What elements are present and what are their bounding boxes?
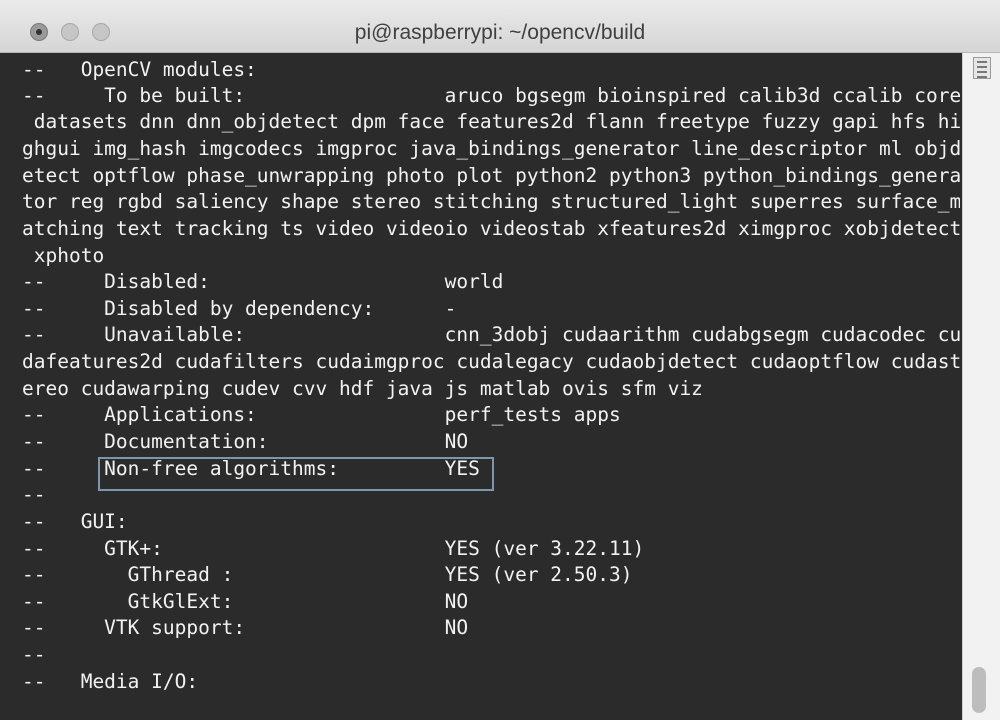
terminal-line: -- VTK support: NO [22, 616, 469, 639]
terminal-line: ghgui img_hash imgcodecs imgproc java_bi… [22, 137, 960, 160]
terminal-line: -- Applications: perf_tests apps [22, 403, 621, 426]
non-free-algorithms-highlight [98, 457, 494, 491]
terminal-line: -- To be built: aruco bgsegm bioinspired… [22, 84, 960, 107]
terminal-line: -- OpenCV modules: [22, 58, 257, 81]
terminal-line: -- Disabled by dependency: - [22, 297, 457, 320]
scrollbar-thumb[interactable] [972, 667, 986, 713]
terminal-line: -- GTK+: YES (ver 3.22.11) [22, 537, 645, 560]
vertical-scrollbar[interactable] [962, 53, 1000, 720]
terminal-output[interactable]: -- OpenCV modules: -- To be built: aruco… [12, 53, 960, 720]
terminal-line: -- [22, 643, 46, 666]
terminal-line: -- Documentation: NO [22, 430, 469, 453]
terminal-window: pi@raspberrypi: ~/opencv/build -- OpenCV… [0, 0, 1000, 720]
terminal-line: -- GUI: [22, 510, 128, 533]
terminal-line: -- Unavailable: cnn_3dobj cudaarithm cud… [22, 323, 960, 346]
title-bar[interactable]: pi@raspberrypi: ~/opencv/build [0, 0, 1000, 53]
terminal-line: datasets dnn dnn_objdetect dpm face feat… [22, 110, 960, 133]
terminal-line: -- Disabled: world [22, 270, 504, 293]
terminal-line: -- GThread : YES (ver 2.50.3) [22, 563, 633, 586]
terminal-line: dafeatures2d cudafilters cudaimgproc cud… [22, 350, 960, 373]
terminal-line: etect optflow phase_unwrapping photo plo… [22, 164, 960, 187]
terminal-line: atching text tracking ts video videoio v… [22, 217, 960, 240]
terminal-line: tor reg rgbd saliency shape stereo stitc… [22, 190, 960, 213]
terminal-line: -- GtkGlExt: NO [22, 590, 469, 613]
terminal-line: -- Media I/O: [22, 670, 199, 693]
terminal-settings-icon[interactable] [973, 57, 991, 79]
terminal-line: ereo cudawarping cudev cvv hdf java js m… [22, 377, 703, 400]
window-title: pi@raspberrypi: ~/opencv/build [354, 21, 646, 44]
terminal-line: -- [22, 483, 46, 506]
terminal-line: xphoto [22, 244, 105, 267]
